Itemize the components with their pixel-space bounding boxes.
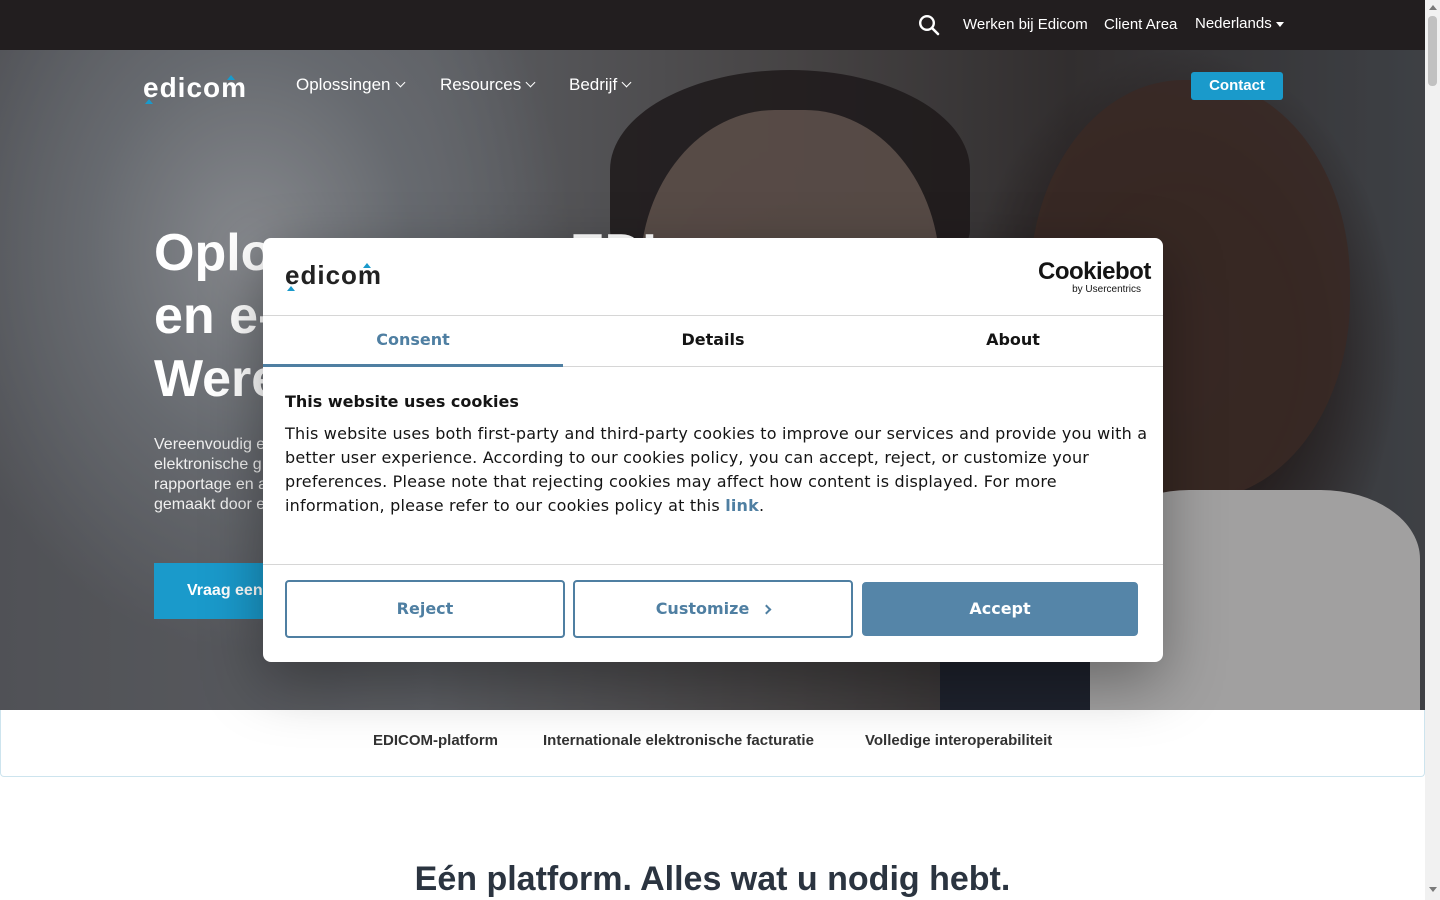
nav-resources[interactable]: Resources — [440, 75, 536, 95]
tab-about[interactable]: About — [863, 316, 1163, 367]
language-dropdown[interactable]: Nederlands — [1195, 15, 1284, 32]
cookie-body-text: This website uses both first-party and t… — [285, 424, 1148, 515]
search-icon[interactable] — [918, 14, 940, 36]
nav-bedrijf[interactable]: Bedrijf — [569, 75, 632, 95]
cookie-tabs: Consent Details About — [263, 315, 1163, 367]
client-area-link[interactable]: Client Area — [1104, 16, 1177, 33]
cookie-actions: Reject Customize Accept — [263, 564, 1163, 662]
scroll-down-icon[interactable] — [1429, 887, 1437, 892]
subnav-edicom-platform[interactable]: EDICOM-platform — [373, 732, 498, 749]
sub-navigation: EDICOM-platform Internationale elektroni… — [0, 710, 1425, 777]
subnav-e-invoicing[interactable]: Internationale elektronische facturatie — [543, 732, 814, 749]
chevron-down-icon — [395, 77, 405, 88]
cookie-policy-link[interactable]: link — [725, 496, 759, 515]
contact-button[interactable]: Contact — [1191, 72, 1283, 100]
tab-consent[interactable]: Consent — [263, 316, 563, 367]
edicom-logo: edicom — [285, 261, 381, 291]
tab-details[interactable]: Details — [563, 316, 863, 367]
top-utility-bar: Werken bij Edicom Client Area Nederlands — [0, 0, 1425, 50]
subnav-interoperability[interactable]: Volledige interoperabiliteit — [865, 732, 1052, 749]
chevron-right-icon — [761, 604, 772, 615]
chevron-down-icon — [525, 77, 536, 88]
cookie-heading: This website uses cookies — [285, 392, 519, 411]
edicom-logo[interactable]: edicom — [143, 72, 263, 104]
careers-link[interactable]: Werken bij Edicom — [963, 16, 1088, 33]
nav-oplossingen[interactable]: Oplossingen — [296, 75, 405, 95]
cookie-consent-dialog: edicom Cookiebot by Usercentrics Consent… — [263, 238, 1163, 662]
chevron-down-icon — [621, 77, 632, 88]
page-scrollbar[interactable] — [1425, 0, 1440, 900]
reject-button[interactable]: Reject — [285, 580, 565, 638]
scrollbar-thumb[interactable] — [1428, 16, 1437, 86]
customize-button[interactable]: Customize — [573, 580, 853, 638]
scroll-up-icon[interactable] — [1429, 5, 1437, 10]
cookiebot-logo[interactable]: Cookiebot by Usercentrics — [1038, 260, 1151, 296]
section-title: Eén platform. Alles wat u nodig hebt. — [414, 860, 1011, 898]
accept-button[interactable]: Accept — [862, 582, 1138, 636]
